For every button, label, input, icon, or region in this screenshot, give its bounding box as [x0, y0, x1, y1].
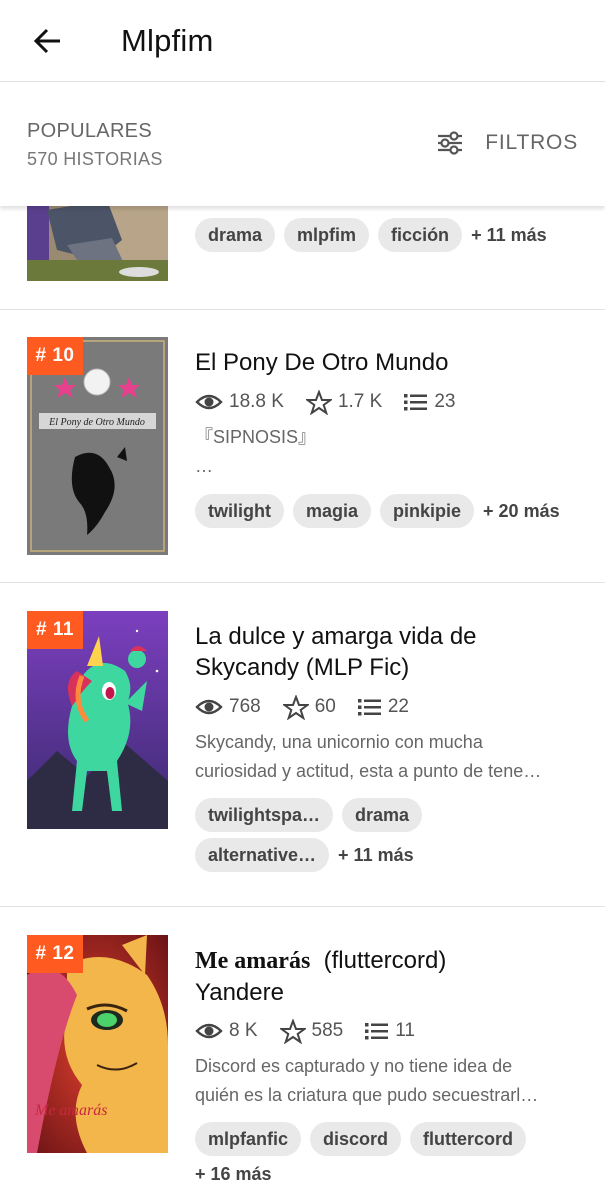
- divider: [0, 309, 605, 310]
- tag[interactable]: alternative…: [195, 838, 330, 872]
- sliders-icon: [438, 131, 463, 155]
- rank-badge: # 10: [27, 337, 83, 375]
- filter-button[interactable]: FILTROS: [435, 123, 578, 163]
- parts-stat: 22: [357, 696, 409, 718]
- cover-text: Me amarás: [34, 1102, 107, 1119]
- parts-count: 22: [387, 696, 409, 717]
- arrow-left-icon: [33, 28, 60, 53]
- story-title[interactable]: El Pony De Otro Mundo: [195, 347, 590, 378]
- views-stat: 18.8 K: [195, 391, 284, 413]
- votes-stat: 585: [279, 1018, 344, 1044]
- star-icon: [279, 1018, 306, 1044]
- story-description: Skycandy, una unicornio con mucha curios…: [195, 732, 542, 781]
- views-count: 768: [229, 696, 261, 717]
- story-cover[interactable]: El Pony de Otro Mundo # 10: [27, 337, 168, 555]
- views-stat: 8 K: [195, 1020, 258, 1042]
- views-count: 8 K: [229, 1020, 258, 1041]
- tag[interactable]: discord: [310, 1122, 402, 1156]
- divider: [0, 906, 605, 907]
- sort-label: POPULARES: [27, 120, 152, 142]
- app-bar: Mlpfim: [0, 0, 605, 82]
- story-title[interactable]: Me amarás (fluttercord) Yandere: [195, 945, 590, 1008]
- story-title[interactable]: La dulce y amarga vida de Skycandy (MLP …: [195, 621, 590, 683]
- tag[interactable]: magia: [292, 494, 372, 528]
- list-icon: [404, 394, 428, 411]
- list-header: POPULARES 570 HISTORIAS FILTROS: [0, 83, 605, 206]
- eye-icon: [195, 699, 223, 715]
- story-count: 570 HISTORIAS: [27, 149, 163, 169]
- star-icon: [282, 694, 309, 720]
- votes-stat: 60: [282, 694, 336, 720]
- back-button[interactable]: [18, 11, 78, 71]
- filter-label: FILTROS: [485, 131, 578, 154]
- parts-stat: 23: [404, 391, 455, 413]
- page-title: Mlpfim: [121, 22, 214, 58]
- story-stats: 768 60 22: [195, 692, 431, 722]
- story-tags: drama mlpfim ficción + 11 más: [195, 218, 547, 252]
- tag[interactable]: drama: [195, 218, 276, 252]
- more-tags[interactable]: + 11 más: [471, 225, 547, 246]
- story-tags: twilightspa… drama: [195, 798, 431, 832]
- story-stats: 18.8 K 1.7 K 23: [195, 387, 477, 417]
- more-tags[interactable]: + 20 más: [483, 501, 560, 522]
- eye-icon: [195, 394, 223, 410]
- story-tags-row2: + 16 más: [195, 1164, 272, 1185]
- tag[interactable]: mlpfanfic: [195, 1122, 302, 1156]
- story-tags: twilight magia pinkipie + 20 más: [195, 494, 560, 528]
- cover-text: El Pony de Otro Mundo: [48, 417, 145, 428]
- votes-count: 1.7 K: [337, 391, 383, 412]
- tag[interactable]: twilightspa…: [195, 798, 333, 832]
- list-icon: [357, 699, 381, 716]
- more-tags[interactable]: + 16 más: [195, 1164, 272, 1185]
- star-icon: [305, 389, 332, 415]
- story-tags-row2: alternative… + 11 más: [195, 838, 414, 872]
- story-tags: mlpfanfic discord fluttercord: [195, 1122, 535, 1156]
- story-cover[interactable]: # 11: [27, 611, 168, 829]
- divider: [0, 582, 605, 583]
- tag[interactable]: twilight: [195, 494, 284, 528]
- tag[interactable]: ficción: [378, 218, 463, 252]
- list-icon: [365, 1023, 389, 1040]
- story-cover[interactable]: [27, 200, 168, 281]
- more-tags[interactable]: + 11 más: [338, 845, 414, 866]
- tag[interactable]: fluttercord: [410, 1122, 527, 1156]
- story-description: 『SIPNOSIS』 …: [195, 427, 317, 476]
- story-cover[interactable]: Me amarás # 12: [27, 935, 168, 1153]
- views-stat: 768: [195, 696, 261, 718]
- rank-badge: # 11: [27, 611, 83, 649]
- votes-count: 585: [311, 1020, 344, 1041]
- story-stats: 8 K 585 11: [195, 1016, 437, 1046]
- parts-stat: 11: [365, 1020, 415, 1042]
- tag[interactable]: mlpfim: [284, 218, 370, 252]
- tag[interactable]: pinkipie: [380, 494, 475, 528]
- parts-count: 23: [434, 391, 456, 412]
- votes-stat: 1.7 K: [305, 389, 383, 415]
- votes-count: 60: [314, 696, 336, 717]
- rank-badge: # 12: [27, 935, 83, 973]
- story-description: Discord es capturado y no tiene idea de …: [195, 1056, 539, 1105]
- parts-count: 11: [395, 1020, 415, 1041]
- tag[interactable]: drama: [342, 798, 423, 832]
- views-count: 18.8 K: [229, 391, 284, 412]
- eye-icon: [195, 1023, 223, 1039]
